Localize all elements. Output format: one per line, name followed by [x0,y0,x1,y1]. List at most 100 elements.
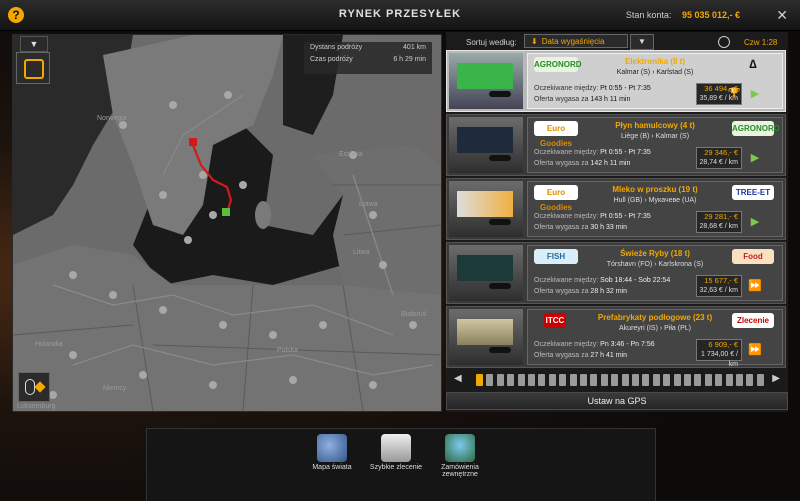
pager-segment[interactable] [528,374,535,386]
pager-segment[interactable] [559,374,567,386]
sort-label: Sortuj według: [466,38,517,47]
set-gps-button[interactable]: Ustaw na GPS [446,392,788,410]
close-icon[interactable]: ✕ [776,7,788,24]
select-job-icon[interactable]: ⏩ [746,278,764,294]
map-layers-icon[interactable] [16,52,50,84]
job-route: Tórshavn (FO) › Karlskrona (S) [606,261,704,268]
job-expiry: Oferta wygasa za 30 h 33 min [534,224,627,231]
expire-value: 27 h 41 min [590,352,628,359]
top-bar: ? RYNEK PRZESYŁEK Stan konta: 95 035 012… [0,0,800,31]
nav-world-map[interactable]: Mapa świata [302,434,362,471]
pager-segment[interactable] [632,374,639,386]
map-graphic [13,35,441,411]
account-balance: Stan konta: 95 035 012,- € [626,10,740,20]
job-route: Hull (GB) › Мукачеве (UA) [613,197,697,204]
pager-segment[interactable] [736,374,743,386]
trailer-thumbnail [449,309,523,365]
price-per-km: 32,63 € / km [699,287,738,294]
price-per-km: 1 734,00 € / km [701,351,738,368]
wait-value: Sob 18:44 - Sob 22:54 [600,277,671,284]
job-offer[interactable]: AGRONORD Elektronika (8 t) ∆ Kalmar (S) … [446,50,786,112]
pager-segment[interactable] [652,374,660,386]
pager-segment[interactable] [580,374,587,386]
pager-segment[interactable] [486,374,494,386]
pager-segment[interactable] [684,374,691,386]
job-wait-window: Oczekiwane między: Pt 0:55 - Pt 7:35 [534,213,651,220]
pager-segment[interactable] [621,374,629,386]
route-info-box: Dystans podróży 401 km Czas podróży 6 h 29… [304,42,432,74]
pager-segment[interactable] [725,374,733,386]
mouse-control-icon[interactable] [18,372,50,402]
nav-quick-job[interactable]: Szybkie zlecenie [366,434,426,471]
pager-segment[interactable] [715,374,723,386]
map-collapse-button[interactable]: ▼ [20,36,48,52]
expire-value: 28 h 32 min [590,288,628,295]
pager-segment[interactable] [704,374,712,386]
map-label-germany: Niemcy [103,385,127,392]
nav-external-orders[interactable]: Zamówienia zewnętrzne [430,434,490,478]
time-value: 6 h 29 min [393,56,426,63]
pager-segment[interactable] [569,374,577,386]
job-info: Euro Goodies Mleko w proszku (19 t) TREE… [527,181,783,237]
trailer-thumbnail [449,245,523,301]
pager-segment[interactable] [663,374,671,386]
expire-label: Oferta wygasa za [534,224,589,231]
pager-segment[interactable] [538,374,546,386]
sort-arrow-icon: ⬇ [531,37,538,46]
select-job-icon[interactable]: ▶ [746,214,764,230]
select-job-icon[interactable]: ⏩ [746,342,764,358]
job-offer[interactable]: FISH Świeże Ryby (18 t) Food Tórshavn (F… [446,242,786,304]
price-value: 6 909,- € [708,340,738,349]
map-label-poland: Polska [277,347,299,354]
wait-label: Oczekiwane między: [534,341,599,348]
expire-value: 30 h 33 min [590,224,628,231]
map-view[interactable]: Norwegia Estonia Łotwa Litwa Białoruś Po… [12,34,442,412]
clock-icon [718,36,730,48]
job-price: 29 281,- € 28,68 € / km [696,211,742,233]
job-offer[interactable]: Euro Goodies Płyn hamulcowy (4 t) AGRONO… [446,114,786,176]
pager-segment[interactable] [476,374,483,386]
game-time: Czw 1:28 [744,38,778,47]
sort-value: Data wygaśnięcia [541,37,605,46]
expire-label: Oferta wygasa za [534,288,589,295]
job-route: Akureyri (IS) › Piła (PL) [619,325,691,332]
expire-label: Oferta wygasa za [534,96,589,103]
pager-segment[interactable] [600,374,608,386]
pager-segment[interactable] [611,374,619,386]
pager-prev-icon[interactable]: ◀ [454,373,462,384]
pager-segment[interactable] [517,374,525,386]
select-job-icon[interactable]: ▶ [746,150,764,166]
distance-value: 401 km [403,44,426,51]
job-info: AGRONORD Elektronika (8 t) ∆ Kalmar (S) … [527,53,783,109]
nav-label: Mapa świata [312,464,352,471]
pager-segment[interactable] [590,374,598,386]
trailer-thumbnail [449,181,523,237]
job-price: 29 346,- € 28,74 € / km [696,147,742,169]
job-expiry: Oferta wygasa za 28 h 32 min [534,288,627,295]
job-offer[interactable]: ITCC Prefabrykaty podłogowe (23 t) Zlece… [446,306,786,368]
sort-dropdown[interactable]: ⬇ Data wygaśnięcia [524,34,628,48]
pager-next-icon[interactable]: ▶ [772,373,780,384]
wait-value: Pt 0:55 - Pt 7:35 [600,85,651,92]
pager-segment[interactable] [496,374,504,386]
map-label-luxembourg: Luksemburg [17,403,56,410]
wait-label: Oczekiwane między: [534,277,599,284]
job-expiry: Oferta wygasa za 142 h 11 min [534,160,630,167]
expire-value: 143 h 11 min [590,96,631,103]
quick-job-icon [381,434,411,462]
select-job-icon[interactable]: ▶ [746,86,764,102]
pager-segment[interactable] [694,374,702,386]
pager-segment[interactable] [746,374,754,386]
job-list-pager[interactable]: ◀ ▶ [452,372,784,388]
price-value: 29 346,- € [704,148,738,157]
sort-dropdown-toggle[interactable]: ▼ [630,34,654,50]
pager-segment[interactable] [507,374,515,386]
pager-segment[interactable] [756,374,764,386]
wait-value: Pn 3:46 - Pn 7:56 [600,341,655,348]
pager-segment[interactable] [642,374,650,386]
wait-label: Oczekiwane między: [534,213,599,220]
pager-segment[interactable] [673,374,681,386]
job-offer[interactable]: Euro Goodies Mleko w proszku (19 t) TREE… [446,178,786,240]
time-label: Czas podróży [310,56,353,63]
pager-segment[interactable] [548,374,556,386]
